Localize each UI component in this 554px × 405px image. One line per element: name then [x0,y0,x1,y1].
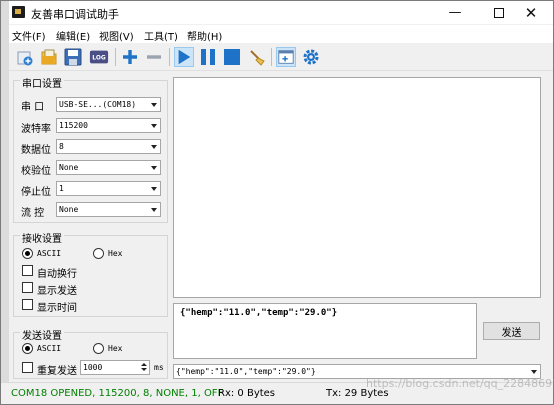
stopbits-value: 1 [59,184,64,193]
auto-wrap-checkbox[interactable] [22,265,33,276]
port-select[interactable]: USB-SE...(COM18) [56,97,161,112]
auto-wrap-label: 自动换行 [37,269,77,280]
baud-label: 波特率 [21,124,51,135]
menu-file[interactable]: 文件(F) [12,28,46,43]
svg-text:LOG: LOG [92,56,106,62]
watermark: https://blog.csdn.net/qq_22848695 [366,377,554,390]
menu-view[interactable]: 视图(V) [99,28,134,43]
receive-settings-title: 接收设置 [20,230,64,245]
databits-select[interactable]: 8 [56,139,161,154]
baud-select[interactable]: 115200 [56,118,161,133]
send-button[interactable]: 发送 [483,322,540,340]
close-button[interactable]: ✕ [509,1,553,24]
send-ascii-radio[interactable] [22,343,33,354]
connection-status: COM18 OPENED, 115200, 8, NONE, 1, OFF [11,388,224,399]
show-send-label: 显示发送 [37,286,77,297]
repeat-send-label: 重复发送 [37,366,77,377]
port-value: USB-SE...(COM18) [59,100,137,109]
show-time-checkbox[interactable] [22,299,33,310]
toolbar-separator [169,48,170,66]
minimize-button[interactable]: — [433,1,477,24]
repeat-send-checkbox[interactable] [22,362,33,373]
receive-ascii-radio[interactable] [22,248,33,259]
stopbits-select[interactable]: 1 [56,181,161,196]
port-label: 串 口 [21,102,45,113]
settings-icon[interactable] [301,47,321,67]
send-hex-radio[interactable] [93,343,104,354]
toolbar-separator [271,48,272,66]
spin-up-icon[interactable] [141,363,147,366]
app-icon [12,6,25,18]
show-send-checkbox[interactable] [22,282,33,293]
send-history-value: {"hemp":"11.0","temp":"29.0"} [176,367,316,376]
pause-icon[interactable] [198,47,218,67]
menu-tools[interactable]: 工具(T) [144,28,178,43]
receive-hex-label: Hex [108,249,123,258]
layout-icon[interactable] [276,47,296,67]
stopbits-label: 停止位 [21,187,51,198]
toolbar-separator [115,48,116,66]
menu-bar: 文件(F) 编辑(E) 视图(V) 工具(T) 帮助(H) [1,25,553,43]
remove-icon[interactable] [144,47,164,67]
chevron-down-icon [151,166,157,170]
send-settings-group: 发送设置 ASCII Hex 重复发送 1000 ms [13,327,168,379]
send-hex-label: Hex [108,344,123,353]
window-title: 友善串口调试助手 [31,8,119,21]
flow-select[interactable]: None [56,202,161,217]
send-settings-title: 发送设置 [20,327,64,342]
stop-icon[interactable] [222,47,242,67]
interval-spinbox[interactable]: 1000 [80,360,150,375]
baud-value: 115200 [59,121,88,130]
save-icon[interactable] [63,47,83,67]
serial-settings-group: 串口设置 串 口 USB-SE...(COM18) 波特率 115200 数据位… [13,75,168,223]
receive-hex-radio[interactable] [93,248,104,259]
interval-value: 1000 [83,363,103,372]
parity-value: None [59,163,79,172]
chevron-down-icon [151,145,157,149]
flow-label: 流 控 [21,208,45,219]
chevron-down-icon [531,370,537,374]
receive-settings-group: 接收设置 ASCII Hex 自动换行 显示发送 显示时间 [13,230,168,317]
send-ascii-label: ASCII [37,344,62,353]
maximize-icon [494,7,504,18]
menu-help[interactable]: 帮助(H) [187,28,222,43]
clear-icon[interactable] [247,47,267,67]
menu-edit[interactable]: 编辑(E) [56,28,90,43]
open-icon[interactable] [39,47,59,67]
log-icon[interactable]: LOG [89,47,109,67]
chevron-down-icon [151,124,157,128]
parity-select[interactable]: None [56,160,161,175]
serial-settings-title: 串口设置 [20,75,64,90]
parity-label: 校验位 [21,166,51,177]
app-window: 友善串口调试助手 — ✕ 文件(F) 编辑(E) 视图(V) 工具(T) 帮助(… [0,0,554,405]
rx-count: Rx: 0 Bytes [218,388,276,399]
title-bar: 友善串口调试助手 — ✕ [1,1,553,24]
chevron-down-icon [151,187,157,191]
chevron-down-icon [151,208,157,212]
start-icon[interactable] [174,47,194,67]
databits-label: 数据位 [21,145,51,156]
receive-ascii-label: ASCII [37,249,62,258]
new-icon[interactable] [15,47,35,67]
send-textarea[interactable]: {"hemp":"11.0","temp":"29.0"} [173,303,477,359]
chevron-down-icon [151,103,157,107]
flow-value: None [59,205,79,214]
spin-down-icon[interactable] [141,368,147,371]
show-time-label: 显示时间 [37,303,77,314]
databits-value: 8 [59,142,64,151]
toolbar: LOG [1,43,553,71]
receive-textarea[interactable] [173,77,541,298]
window-edge [1,1,9,404]
interval-unit: ms [154,363,164,372]
add-icon[interactable] [120,47,140,67]
